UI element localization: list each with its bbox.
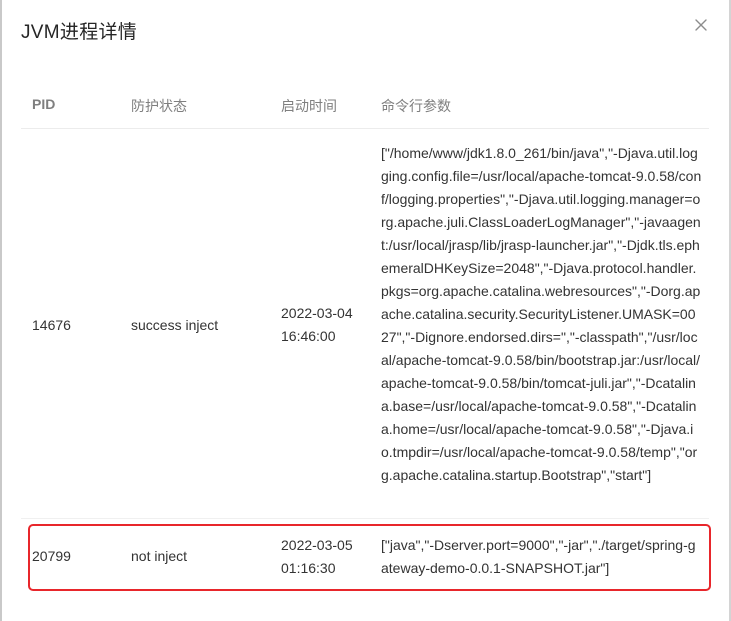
start-clock: 16:46:00: [281, 328, 336, 344]
pid-cell: 14676: [32, 317, 71, 333]
jvm-process-detail-dialog: JVM进程详情 PID 防护状态 启动时间 命令行参数 14676 succes…: [0, 0, 731, 621]
cmdline-cell: ["java","-Dserver.port=9000","-jar","./t…: [381, 537, 696, 576]
close-icon[interactable]: [690, 14, 712, 36]
dialog-left-edge: [0, 0, 2, 621]
start-date: 2022-03-05: [281, 537, 353, 553]
table-row: 20799 not inject 2022-03-05 01:16:30 ["j…: [21, 519, 709, 595]
status-cell: not inject: [131, 548, 188, 564]
column-header-pid: PID: [32, 96, 56, 112]
start-time-cell: 2022-03-05 01:16:30: [281, 534, 353, 580]
column-header-start-time: 启动时间: [281, 98, 337, 114]
status-cell: success inject: [131, 317, 219, 333]
cmdline-cell: ["/home/www/jdk1.8.0_261/bin/java","-Dja…: [381, 145, 702, 483]
table-header: PID 防护状态 启动时间 命令行参数: [21, 80, 709, 129]
start-clock: 01:16:30: [281, 560, 336, 576]
start-time-cell: 2022-03-04 16:46:00: [281, 302, 353, 348]
start-date: 2022-03-04: [281, 305, 353, 321]
pid-cell: 20799: [32, 548, 71, 564]
dialog-title: JVM进程详情: [21, 22, 138, 43]
table-row: 14676 success inject 2022-03-04 16:46:00…: [21, 129, 709, 519]
column-header-command-line-args: 命令行参数: [381, 98, 451, 114]
column-header-protection-status: 防护状态: [131, 98, 187, 114]
